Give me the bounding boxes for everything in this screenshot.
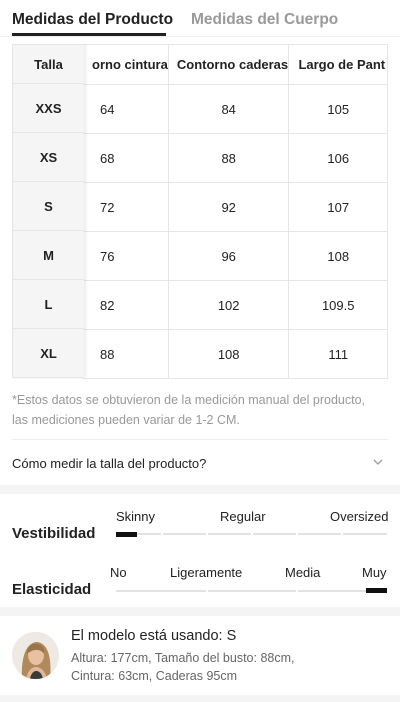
table-row: 76 96 108 <box>83 231 388 281</box>
size-cell: M <box>12 231 84 280</box>
fit-track-gap <box>296 533 298 535</box>
waist-cell: 68 <box>83 133 169 183</box>
measurement-note: *Estos datos se obtuvieron de la medició… <box>12 390 392 430</box>
tab-body-measurements[interactable]: Medidas del Cuerpo <box>191 11 338 29</box>
model-photo-icon <box>12 632 59 679</box>
length-cell: 111 <box>288 329 388 379</box>
size-table[interactable]: Talla XXS XS S M L XL orno cintura Conto… <box>12 44 388 379</box>
how-to-measure-link[interactable]: Cómo medir la talla del producto? <box>12 456 206 471</box>
elasticity-selected-marker <box>366 588 387 593</box>
table-row: 64 84 105 <box>83 84 388 134</box>
elasticity-track-gap <box>206 590 208 592</box>
elasticity-option-ligeramente: Ligeramente <box>170 565 243 580</box>
divider <box>12 439 388 440</box>
elasticity-option-muy: Muy <box>362 565 387 580</box>
size-cell: L <box>12 280 84 329</box>
section-separator <box>0 607 400 616</box>
waist-cell: 72 <box>83 182 169 232</box>
tabs-divider <box>0 36 400 37</box>
table-row: 68 88 106 <box>83 133 388 183</box>
size-cell: XXS <box>12 84 84 133</box>
model-size-title: El modelo está usando: S <box>71 628 237 644</box>
elasticity-track-line <box>116 590 387 592</box>
table-row: 72 92 107 <box>83 182 388 232</box>
fit-track-gap <box>206 533 208 535</box>
measurements-table: orno cintura Contorno caderas Largo de P… <box>83 44 388 379</box>
size-cell: XS <box>12 133 84 182</box>
header-length: Largo de Pant <box>288 44 388 85</box>
note-line-1: *Estos datos se obtuvieron de la medició… <box>12 393 365 407</box>
waist-cell: 88 <box>83 329 169 379</box>
hips-cell: 108 <box>167 329 290 379</box>
header-waist: orno cintura <box>83 44 169 85</box>
elasticity-track-gap <box>296 590 298 592</box>
size-tabs: Medidas del Producto Medidas del Cuerpo <box>0 0 400 40</box>
length-cell: 108 <box>288 231 388 281</box>
hips-cell: 88 <box>167 133 290 183</box>
fit-track-gap <box>161 533 163 535</box>
fit-selected-marker <box>116 532 137 537</box>
length-cell: 106 <box>288 133 388 183</box>
waist-cell: 76 <box>83 231 169 281</box>
elasticity-track <box>116 590 387 592</box>
hips-cell: 84 <box>167 84 290 134</box>
fit-option-skinny: Skinny <box>116 509 156 524</box>
size-cell: XL <box>12 329 84 378</box>
size-header: Talla <box>12 44 84 84</box>
elasticity-title: Elasticidad <box>12 581 92 598</box>
chevron-down-icon[interactable] <box>373 457 383 467</box>
fit-option-regular: Regular <box>220 509 266 524</box>
hips-cell: 92 <box>167 182 290 232</box>
elasticity-option-media: Media <box>285 565 321 580</box>
fit-track-gap <box>341 533 343 535</box>
waist-cell: 64 <box>83 84 169 134</box>
note-line-2: las mediciones pueden variar de 1-2 CM. <box>12 413 240 427</box>
hips-cell: 102 <box>167 280 290 330</box>
elasticity-option-no: No <box>110 565 127 580</box>
fit-option-oversized: Oversized <box>330 509 389 524</box>
size-cell: S <box>12 182 84 231</box>
length-cell: 105 <box>288 84 388 134</box>
section-separator <box>0 485 400 494</box>
length-cell: 107 <box>288 182 388 232</box>
waist-cell: 82 <box>83 280 169 330</box>
table-row: 82 102 109.5 <box>83 280 388 330</box>
tab-product-measurements[interactable]: Medidas del Producto <box>12 11 173 29</box>
size-column: Talla XXS XS S M L XL <box>12 44 84 378</box>
model-measurements-line-1: Altura: 177cm, Tamaño del busto: 88cm, <box>71 651 295 665</box>
table-scroll-area[interactable]: orno cintura Contorno caderas Largo de P… <box>83 44 388 379</box>
length-cell: 109.5 <box>288 280 388 330</box>
table-header-row: orno cintura Contorno caderas Largo de P… <box>83 44 388 85</box>
model-avatar <box>12 632 59 679</box>
fit-title: Vestibilidad <box>12 525 96 542</box>
fit-track <box>116 533 387 535</box>
model-measurements-line-2: Cintura: 63cm, Caderas 95cm <box>71 669 238 683</box>
section-separator <box>0 695 400 702</box>
fit-track-gap <box>251 533 253 535</box>
header-hips: Contorno caderas <box>167 44 290 85</box>
hips-cell: 96 <box>167 231 290 281</box>
table-row: 88 108 111 <box>83 329 388 379</box>
